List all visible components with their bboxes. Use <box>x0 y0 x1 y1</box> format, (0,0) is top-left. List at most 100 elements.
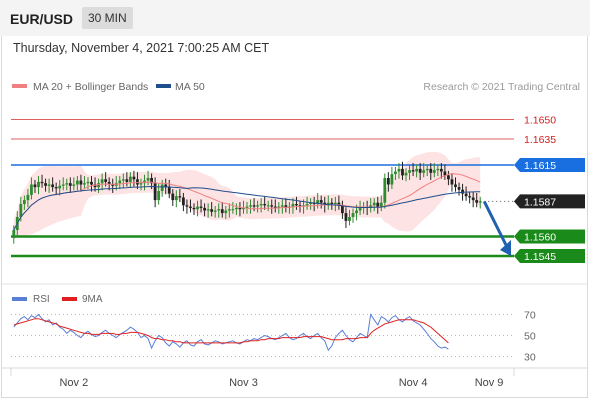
rsi-line <box>13 313 449 352</box>
candle-body <box>160 184 164 191</box>
x-tick-label-3: Nov 9 <box>475 377 504 389</box>
candle-body <box>333 202 337 204</box>
candle-body <box>386 178 390 185</box>
level-label-1.1560: 1.1560 <box>524 232 556 244</box>
candle-body <box>439 168 443 172</box>
candle-body <box>206 209 210 211</box>
candle-body <box>185 205 189 207</box>
candle-body <box>238 207 242 210</box>
candle-body <box>270 205 274 207</box>
candle-body <box>146 178 150 181</box>
candle-body <box>100 179 104 184</box>
candle-body <box>44 183 47 186</box>
candle-body <box>397 168 401 172</box>
rsi-ma-line <box>13 318 449 344</box>
candle-body <box>54 187 58 189</box>
candle-body <box>178 196 182 198</box>
candle-body <box>425 168 429 171</box>
x-tick-label-2: Nov 4 <box>399 377 428 389</box>
candle-body <box>86 181 90 184</box>
candle-body <box>432 170 436 173</box>
candle-body <box>263 204 267 206</box>
candle-body <box>33 184 37 188</box>
candle-body <box>280 205 284 207</box>
candle-body <box>192 207 196 210</box>
candle-body <box>447 175 450 180</box>
candle-body <box>404 172 408 176</box>
candle-body <box>348 217 351 221</box>
candle-body <box>139 183 143 185</box>
candle-body <box>174 196 178 201</box>
candle-body <box>252 205 256 207</box>
candle-body <box>256 205 260 207</box>
price-chart: MA 20 + Bollinger Bands MA 50 Research ©… <box>2 81 588 389</box>
candle-body <box>61 184 65 186</box>
candle-body <box>65 183 69 185</box>
candle-body <box>118 180 122 184</box>
candle-body <box>383 178 387 203</box>
candle-body <box>58 185 62 189</box>
candle-body <box>220 209 224 214</box>
candle-body <box>461 189 464 194</box>
candle-body <box>199 206 203 208</box>
candle-body <box>83 183 86 185</box>
candle-body <box>121 179 125 181</box>
rsi-legend-label: RSI <box>33 294 50 305</box>
forecast-arrow-shaft <box>482 200 509 248</box>
candle-body <box>450 179 454 185</box>
rsi-ma-legend-label: 9MA <box>82 294 103 305</box>
candle-body <box>249 205 252 207</box>
ma20-legend-swatch <box>12 84 27 88</box>
candle-body <box>379 202 383 207</box>
candle-body <box>259 204 263 206</box>
candle-body <box>468 196 472 198</box>
candle-body <box>376 202 380 207</box>
candle-body <box>454 184 457 188</box>
candle-body <box>203 207 206 211</box>
candle-body <box>390 174 394 185</box>
candle-body <box>231 209 235 211</box>
candle-body <box>30 184 33 195</box>
rsi-ma-legend-swatch <box>62 297 77 301</box>
candle-body <box>22 200 26 204</box>
price-panel: 1.1650 1.1635 1.1615 1.1587 1.1560 1.1545 <box>11 115 585 263</box>
candle-body <box>79 180 83 185</box>
candle-body <box>40 181 44 184</box>
candle-body <box>125 179 129 182</box>
candle-body <box>217 209 221 211</box>
candle-body <box>136 179 139 185</box>
candle-body <box>415 168 419 172</box>
candle-body <box>295 204 298 206</box>
x-tick-label-1: Nov 3 <box>229 377 258 389</box>
candle-body <box>429 168 433 173</box>
candle-body <box>153 183 157 201</box>
candle-body <box>475 200 479 203</box>
candle-body <box>12 230 16 238</box>
candle-body <box>266 205 270 207</box>
candle-body <box>196 206 199 210</box>
candle-body <box>210 209 214 212</box>
candle-body <box>464 193 468 197</box>
copyright-label: Research © 2021 Trading Central <box>423 81 580 93</box>
level-label-1.1545: 1.1545 <box>524 251 556 263</box>
candle-body <box>372 202 376 206</box>
candle-body <box>351 213 355 217</box>
candle-body <box>90 181 93 185</box>
candle-body <box>401 168 404 176</box>
level-label-1.1650: 1.1650 <box>524 115 556 127</box>
x-axis: Nov 2 Nov 3 Nov 4 Nov 9 <box>59 377 503 389</box>
rsi-legend-swatch <box>12 297 27 301</box>
candle-body <box>443 171 447 176</box>
ma50-legend-label: MA 50 <box>175 81 205 93</box>
candle-body <box>47 184 51 186</box>
candle-body <box>478 201 482 203</box>
candle-body <box>422 170 426 173</box>
candle-body <box>72 184 76 186</box>
ma50-legend-swatch <box>156 84 171 88</box>
candle-body <box>128 176 132 182</box>
rsi-panel: 70 50 30 <box>11 310 536 364</box>
rsi-tick-label-50: 50 <box>524 331 536 343</box>
candle-body <box>132 176 136 180</box>
candle-body <box>224 210 228 214</box>
candle-body <box>227 209 231 211</box>
